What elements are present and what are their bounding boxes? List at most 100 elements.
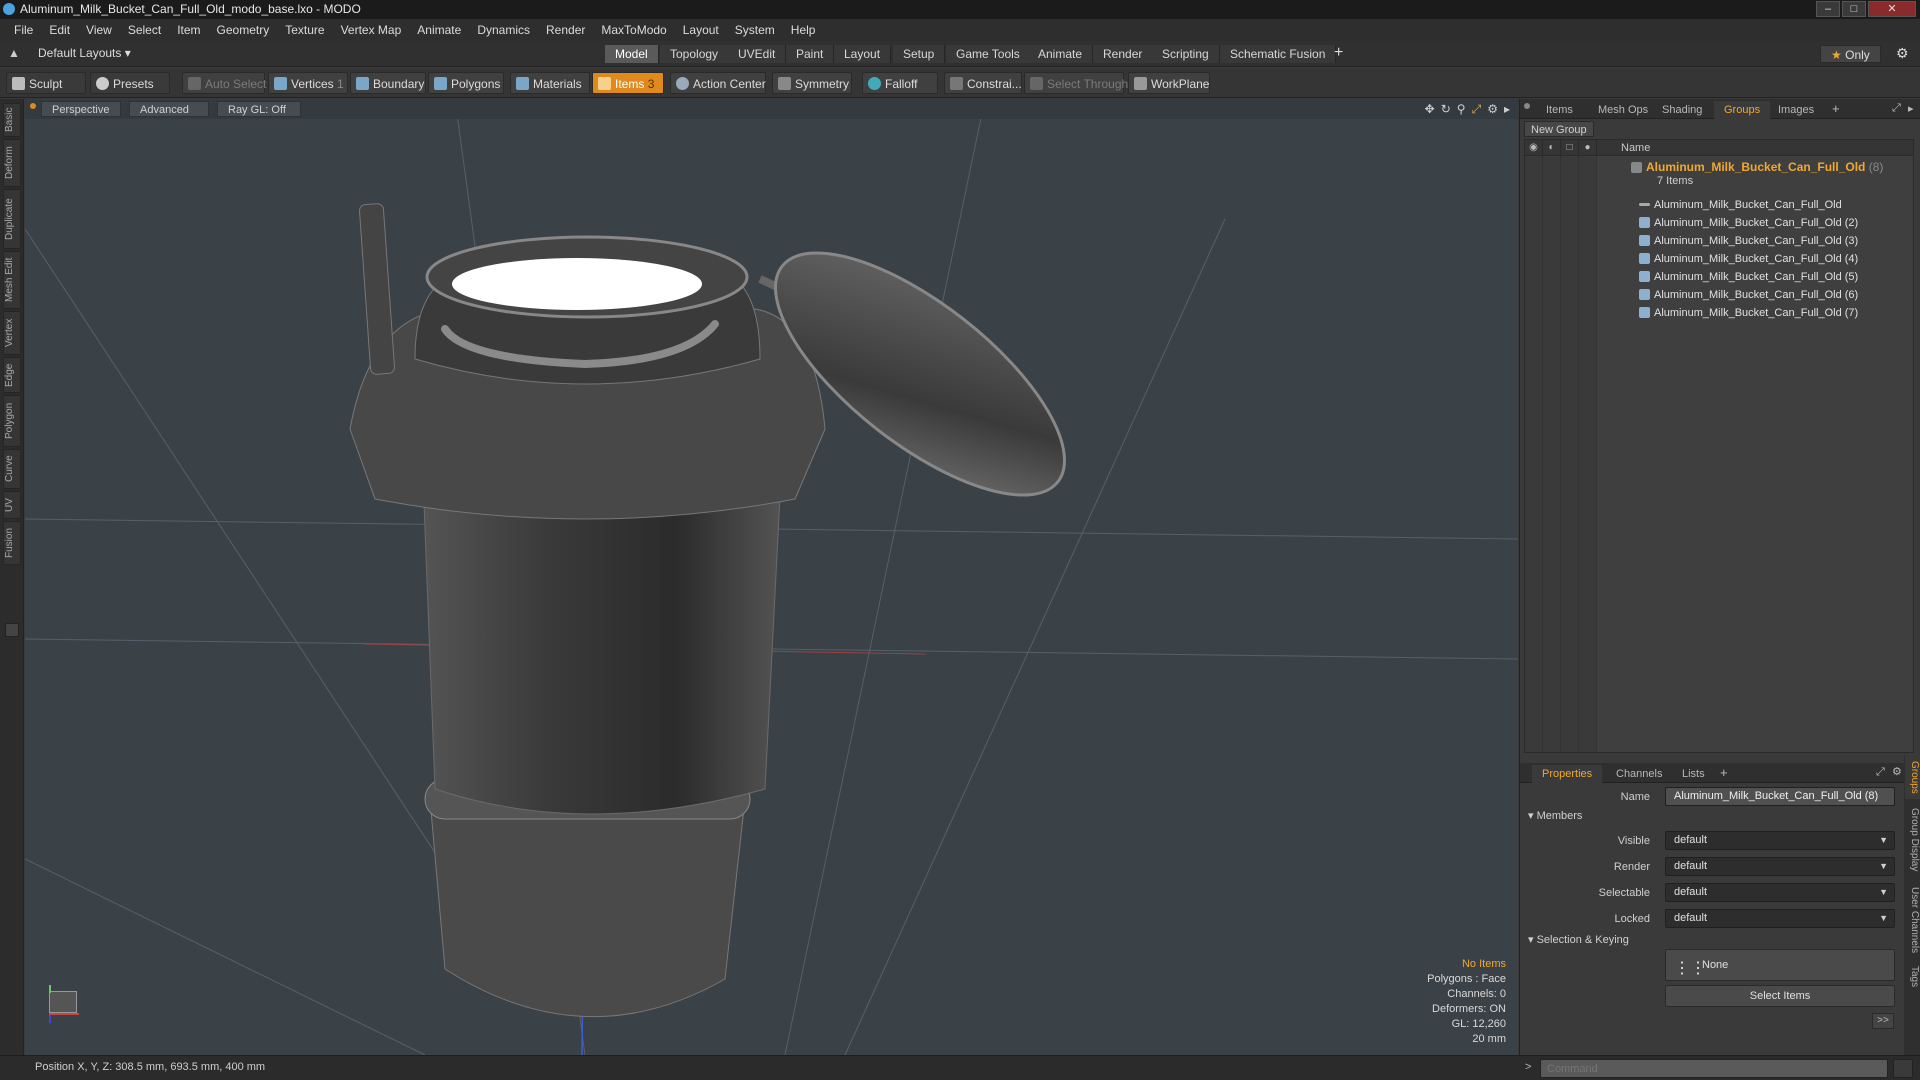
name-field[interactable]: Aluminum_Milk_Bucket_Can_Full_Old (8) [1665, 787, 1895, 806]
minimize-button[interactable]: – [1816, 1, 1840, 17]
selectable-dropdown[interactable]: default ▼ [1665, 883, 1895, 902]
pan-icon[interactable]: ✥ [1425, 102, 1435, 117]
workplane-button[interactable]: WorkPlane [1128, 72, 1210, 94]
default-layouts-dropdown[interactable]: Default Layouts ▾ [38, 46, 131, 60]
tab-vertex[interactable]: Vertex [3, 311, 21, 355]
tab-layout[interactable]: Layout [834, 45, 892, 63]
tab-uv[interactable]: UV [3, 491, 21, 519]
menu-select[interactable]: Select [120, 19, 169, 41]
selection-keying-section-header[interactable]: ▾ Selection & Keying [1528, 933, 1629, 946]
close-button[interactable]: ✕ [1868, 1, 1916, 17]
menu-layout[interactable]: Layout [675, 19, 727, 41]
auto-select-button[interactable]: Auto Select [182, 72, 266, 94]
polygons-button[interactable]: Polygons [428, 72, 504, 94]
select-items-button[interactable]: Select Items [1665, 985, 1895, 1007]
expand-panel-icon[interactable]: ⤢ [1892, 102, 1901, 115]
tab-groups[interactable]: Groups [1714, 101, 1771, 119]
panel-menu-arrow-icon[interactable]: ▸ [1908, 102, 1914, 115]
tab-paint[interactable]: Paint [786, 45, 835, 63]
menu-render[interactable]: Render [538, 19, 593, 41]
symmetry-button[interactable]: Symmetry [772, 72, 852, 94]
raygl-toggle[interactable]: Ray GL: Off [217, 101, 301, 117]
tab-items[interactable]: Items [1536, 101, 1583, 119]
select-through-button[interactable]: Select Through [1024, 72, 1128, 94]
render-icon[interactable]: ◐ [1543, 140, 1561, 156]
new-group-button[interactable]: New Group [1524, 121, 1594, 137]
menu-vertex-map[interactable]: Vertex Map [333, 19, 410, 41]
tab-polygon[interactable]: Polygon [3, 395, 21, 447]
tab-game-tools[interactable]: Game Tools [946, 45, 1031, 63]
falloff-button[interactable]: Falloff [862, 72, 938, 94]
locked-dropdown[interactable]: default ▼ [1665, 909, 1895, 928]
list-item[interactable]: Aluminum_Milk_Bucket_Can_Full_Old (7) [1639, 304, 1858, 322]
viewport-menu-arrow-icon[interactable]: ▸ [1504, 102, 1510, 117]
presets-button[interactable]: Presets [90, 72, 170, 94]
command-history-button[interactable] [1893, 1059, 1913, 1078]
view-type-dropdown[interactable]: Perspective [41, 101, 121, 117]
more-button[interactable]: >> [1872, 1013, 1894, 1029]
tab-mesh-ops[interactable]: Mesh Ops [1588, 101, 1658, 119]
side-tab-groups[interactable]: Groups [1905, 755, 1920, 799]
items-button[interactable]: Items 3 [592, 72, 664, 94]
only-toggle[interactable]: ★ Only [1820, 45, 1881, 63]
name-column-header[interactable]: Name [1621, 140, 1650, 156]
tab-basic[interactable]: Basic [3, 103, 21, 137]
layouts-menu-icon[interactable]: ▲ [8, 46, 20, 60]
render-dropdown[interactable]: default ▼ [1665, 857, 1895, 876]
visible-dropdown[interactable]: default ▼ [1665, 831, 1895, 850]
tab-setup[interactable]: Setup [893, 45, 946, 63]
tab-topology[interactable]: Topology [660, 45, 730, 63]
side-tab-user-channels[interactable]: User Channels [1905, 881, 1920, 959]
tab-duplicate[interactable]: Duplicate [3, 189, 21, 249]
tab-deform[interactable]: Deform [3, 139, 21, 187]
select-lock-icon[interactable]: □ [1561, 140, 1579, 156]
list-item[interactable]: Aluminum_Milk_Bucket_Can_Full_Old (6) [1639, 286, 1858, 304]
tab-model[interactable]: Model [605, 45, 659, 63]
tab-fusion[interactable]: Fusion [3, 521, 21, 565]
tab-curve[interactable]: Curve [3, 449, 21, 489]
lock-icon[interactable]: ● [1579, 140, 1597, 156]
zoom-icon[interactable]: ⚲ [1457, 102, 1466, 117]
visibility-eye-icon[interactable]: ◉ [1525, 140, 1543, 156]
tab-schematic-fusion[interactable]: Schematic Fusion [1220, 45, 1337, 63]
list-item[interactable]: Aluminum_Milk_Bucket_Can_Full_Old (2) [1639, 214, 1858, 232]
maximize-viewport-icon[interactable]: ⤢ [1472, 102, 1482, 117]
menu-dynamics[interactable]: Dynamics [469, 19, 538, 41]
vertices-button[interactable]: Vertices 1 [268, 72, 348, 94]
menu-view[interactable]: View [78, 19, 120, 41]
materials-button[interactable]: Materials [510, 72, 590, 94]
tab-shading[interactable]: Shading [1652, 101, 1712, 119]
side-tab-group-display[interactable]: Group Display [1905, 801, 1920, 879]
action-center-button[interactable]: Action Center [670, 72, 766, 94]
rotate-icon[interactable]: ↻ [1441, 102, 1451, 117]
menu-animate[interactable]: Animate [409, 19, 469, 41]
add-panel-tab-button[interactable]: + [1832, 101, 1840, 116]
maximize-button[interactable]: □ [1842, 1, 1866, 17]
tab-scripting[interactable]: Scripting [1152, 45, 1220, 63]
sculpt-button[interactable]: Sculpt [6, 72, 86, 94]
list-item[interactable]: Aluminum_Milk_Bucket_Can_Full_Old (5) [1639, 268, 1858, 286]
menu-edit[interactable]: Edit [41, 19, 78, 41]
menu-file[interactable]: File [6, 19, 41, 41]
viewport-settings-icon[interactable]: ⚙ [1487, 102, 1498, 117]
members-section-header[interactable]: ▾ Members [1528, 809, 1582, 822]
gear-icon[interactable]: ⚙ [1896, 45, 1909, 62]
constraints-button[interactable]: Constrai... [944, 72, 1022, 94]
menu-system[interactable]: System [727, 19, 783, 41]
boundary-button[interactable]: Boundary [350, 72, 426, 94]
menu-item[interactable]: Item [169, 19, 208, 41]
tab-render[interactable]: Render [1093, 45, 1154, 63]
list-item[interactable]: Aluminum_Milk_Bucket_Can_Full_Old (4) [1639, 250, 1858, 268]
list-item[interactable]: Aluminum_Milk_Bucket_Can_Full_Old [1639, 196, 1842, 214]
tab-uvedit[interactable]: UVEdit [728, 45, 787, 63]
menu-geometry[interactable]: Geometry [209, 19, 278, 41]
tab-edge[interactable]: Edge [3, 357, 21, 393]
tab-animate[interactable]: Animate [1028, 45, 1094, 63]
menu-maxtomodo[interactable]: MaxToModo [593, 19, 674, 41]
side-tab-tags[interactable]: Tags [1905, 961, 1920, 993]
tab-mesh-edit[interactable]: Mesh Edit [3, 251, 21, 309]
menu-help[interactable]: Help [783, 19, 824, 41]
expand-toolbox-button[interactable] [5, 623, 19, 637]
command-input[interactable] [1540, 1059, 1888, 1078]
list-item[interactable]: Aluminum_Milk_Bucket_Can_Full_Old (3) [1639, 232, 1858, 250]
